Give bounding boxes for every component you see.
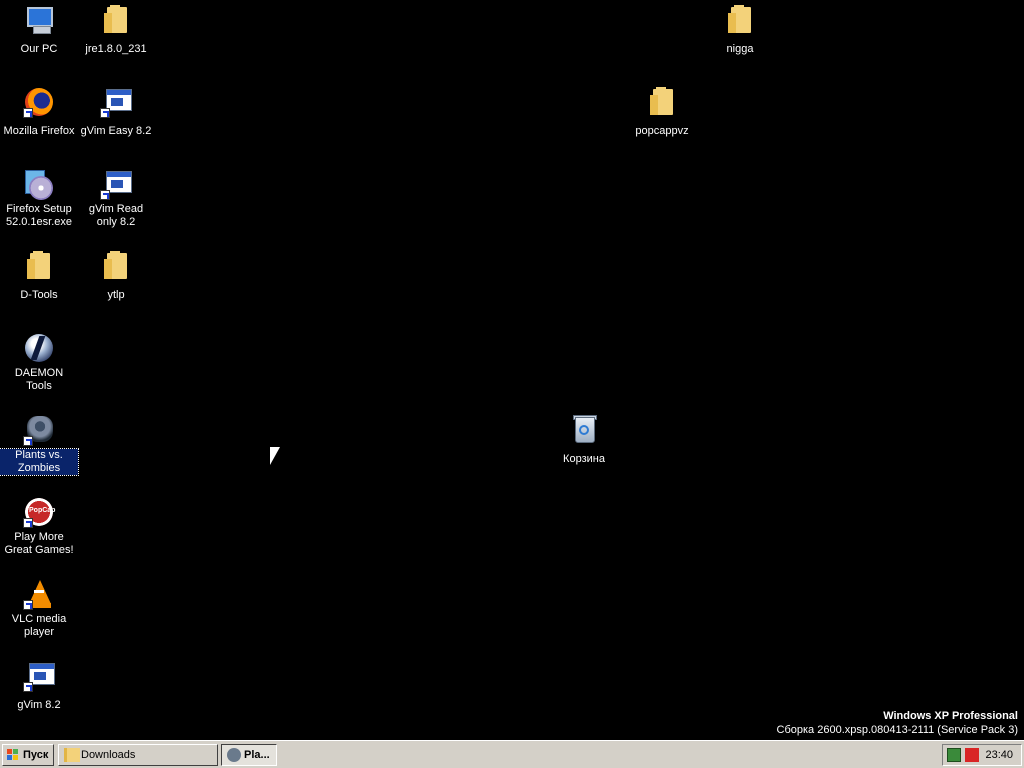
- desktop-icon-daemon-tools[interactable]: DAEMON Tools: [0, 330, 78, 394]
- desktop-icon-recycle-bin[interactable]: Корзина: [545, 412, 623, 467]
- taskbar-button-plants-vs-zombies[interactable]: Pla...: [221, 744, 277, 766]
- installer-icon: [23, 168, 55, 200]
- os-build: Сборка 2600.xpsp.080413-2111 (Service Pa…: [776, 724, 1018, 736]
- recycle-bin-icon: [568, 414, 600, 446]
- system-tray: 23:40: [942, 744, 1022, 766]
- vlc-icon: [23, 578, 55, 610]
- desktop-icon-mozilla-firefox[interactable]: Mozilla Firefox: [0, 84, 78, 139]
- folder-icon: [23, 250, 55, 282]
- desktop-icon-gvim[interactable]: gVim 8.2: [0, 658, 78, 713]
- start-button[interactable]: Пуск: [2, 744, 54, 766]
- desktop-icon-label: gVim Read only 8.2: [88, 203, 144, 228]
- desktop-icon-label: D-Tools: [20, 289, 58, 301]
- desktop-icon-nigga-folder[interactable]: nigga: [701, 2, 779, 57]
- desktop-icon-d-tools-folder[interactable]: D-Tools: [0, 248, 78, 303]
- desktop-icon-label: gVim 8.2: [17, 699, 61, 711]
- taskbar-button-downloads[interactable]: Downloads: [58, 744, 218, 766]
- gvim-icon: [100, 168, 132, 200]
- desktop-icon-popcappvz-folder[interactable]: popcappvz: [623, 84, 701, 139]
- plants-vs-zombies-icon: [23, 414, 55, 446]
- daemon-tools-icon: [23, 332, 55, 364]
- antivirus-icon[interactable]: [965, 748, 979, 762]
- firefox-icon: [23, 86, 55, 118]
- taskbar-button-label: Downloads: [81, 749, 136, 761]
- desktop-icon-label: ytlp: [107, 289, 125, 301]
- desktop[interactable]: Our PC jre1.8.0_231 nigga Mozilla Firefo…: [0, 0, 1024, 740]
- shortcut-arrow-icon: [23, 682, 33, 692]
- desktop-icon-play-more-games[interactable]: PopCap Play More Great Games!: [0, 494, 78, 558]
- taskbar: Пуск Downloads Pla... 23:40: [0, 740, 1024, 768]
- desktop-icon-label: Our PC: [20, 43, 58, 55]
- gvim-icon: [23, 660, 55, 692]
- windows-logo-icon: [7, 749, 19, 761]
- shortcut-arrow-icon: [23, 600, 33, 610]
- gvim-icon: [100, 86, 132, 118]
- os-version-watermark: Windows XP Professional Сборка 2600.xpsp…: [777, 709, 1018, 737]
- start-label: Пуск: [23, 749, 49, 761]
- desktop-icon-label: nigga: [726, 43, 754, 55]
- plants-vs-zombies-icon: [227, 748, 241, 762]
- desktop-icon-ytlp-folder[interactable]: ytlp: [77, 248, 155, 303]
- desktop-icon-label: DAEMON Tools: [14, 367, 64, 392]
- folder-icon: [646, 86, 678, 118]
- desktop-icon-label: gVim Easy 8.2: [80, 125, 152, 137]
- shortcut-arrow-icon: [100, 108, 110, 118]
- desktop-icon-plants-vs-zombies[interactable]: Plants vs. Zombies: [0, 412, 79, 476]
- folder-icon: [100, 4, 132, 36]
- popcap-icon: PopCap: [23, 496, 55, 528]
- mouse-cursor-icon: [270, 447, 280, 465]
- network-icon[interactable]: [947, 748, 961, 762]
- folder-icon: [724, 4, 756, 36]
- taskbar-button-label: Pla...: [244, 749, 270, 761]
- shortcut-arrow-icon: [23, 108, 33, 118]
- desktop-icon-label: Mozilla Firefox: [3, 125, 75, 137]
- os-edition: Windows XP Professional: [883, 710, 1018, 722]
- desktop-icon-label: Корзина: [563, 453, 605, 465]
- desktop-icon-label: Play More Great Games!: [4, 531, 74, 556]
- shortcut-arrow-icon: [23, 518, 33, 528]
- shortcut-arrow-icon: [100, 190, 110, 200]
- desktop-icon-label: Firefox Setup 52.0.1esr.exe: [5, 203, 73, 228]
- clock[interactable]: 23:40: [985, 745, 1013, 765]
- desktop-icon-gvim-easy[interactable]: gVim Easy 8.2: [77, 84, 155, 139]
- computer-icon: [23, 4, 55, 36]
- desktop-icon-gvim-read-only[interactable]: gVim Read only 8.2: [77, 166, 155, 230]
- desktop-icon-firefox-setup[interactable]: Firefox Setup 52.0.1esr.exe: [0, 166, 78, 230]
- desktop-icon-our-pc[interactable]: Our PC: [0, 2, 78, 57]
- desktop-icon-label: Plants vs. Zombies: [0, 448, 79, 476]
- shortcut-arrow-icon: [23, 436, 33, 446]
- desktop-icon-jre-folder[interactable]: jre1.8.0_231: [77, 2, 155, 57]
- desktop-icon-vlc[interactable]: VLC media player: [0, 576, 78, 640]
- folder-icon: [100, 250, 132, 282]
- desktop-icon-label: jre1.8.0_231: [85, 43, 147, 55]
- desktop-icon-label: VLC media player: [11, 613, 67, 638]
- popcap-logo-text: PopCap: [29, 507, 56, 514]
- desktop-icon-label: popcappvz: [635, 125, 689, 137]
- folder-icon: [64, 748, 80, 762]
